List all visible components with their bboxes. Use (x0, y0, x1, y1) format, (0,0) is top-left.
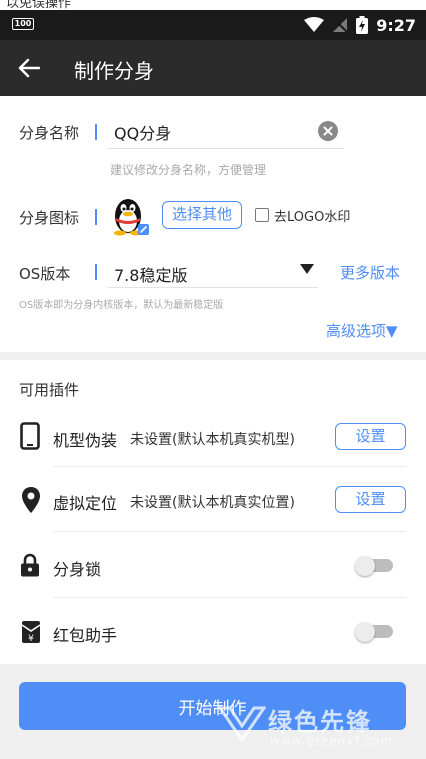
battery-charging-icon (356, 16, 369, 34)
clear-name-button[interactable] (318, 121, 338, 141)
plugin-name: 分身锁 (53, 560, 102, 579)
clone-icon-label: 分身图标 (19, 209, 80, 227)
toggle-thumb (355, 622, 375, 642)
plugin-name: 红包助手 (53, 626, 118, 645)
os-select-underline (108, 287, 318, 288)
page-title: 制作分身 (74, 59, 154, 83)
watermark-logo-icon (218, 706, 266, 742)
row-divider (53, 531, 406, 532)
qq-penguin-icon[interactable] (110, 194, 150, 236)
watermark-url: www.greenxf.com (270, 734, 393, 748)
plugin-name: 机型伪装 (53, 431, 118, 450)
plugin-status: 未设置(默认本机真实位置) (130, 495, 295, 511)
remove-logo-label: 去LOGO水印 (274, 210, 351, 225)
clone-name-label: 分身名称 (19, 124, 80, 142)
wifi-icon (304, 17, 325, 32)
svg-text:¥: ¥ (28, 634, 34, 644)
toggle-thumb (355, 556, 375, 576)
virtual-location-settings-button[interactable]: 设置 (335, 486, 406, 513)
device-spoof-settings-button[interactable]: 设置 (335, 423, 406, 450)
site-watermark: 绿色先锋 www.greenxf.com (218, 702, 418, 756)
label-separator (95, 209, 97, 225)
label-separator (95, 124, 97, 140)
status-time: 9:27 (376, 15, 416, 35)
os-version-hint: OS版本即为分身内核版本，默认为最新稳定版 (19, 300, 224, 311)
watermark-text: 绿色先锋 (268, 708, 372, 736)
os-version-select[interactable]: 7.8稳定版 (114, 262, 187, 286)
more-versions-link[interactable]: 更多版本 (340, 262, 400, 283)
location-pin-icon (20, 486, 42, 514)
plugin-name: 虚拟定位 (53, 494, 118, 513)
row-divider (53, 597, 406, 598)
app-bar: 制作分身 (0, 40, 426, 96)
phone-icon (19, 422, 41, 450)
arrow-back-icon (18, 58, 40, 78)
plugins-section-title: 可用插件 (19, 381, 80, 399)
row-divider (53, 466, 406, 467)
close-icon (323, 126, 333, 136)
clone-name-input[interactable]: QQ分身 (114, 120, 171, 144)
section-divider (0, 352, 426, 360)
top-cropped-text: 以免误操作 (0, 0, 426, 10)
cropped-caption: 以免误操作 (6, 0, 72, 10)
dropdown-arrow-icon[interactable] (300, 264, 314, 274)
status-icons: 9:27 (304, 14, 416, 36)
clone-lock-toggle[interactable] (355, 556, 393, 576)
lock-icon (19, 552, 41, 578)
advanced-options-toggle[interactable]: 高级选项▼ (326, 320, 398, 341)
name-input-underline (108, 148, 344, 149)
os-version-label: OS版本 (19, 265, 71, 283)
no-signal-icon (333, 18, 348, 33)
choose-other-icon-button[interactable]: 选择其他 (162, 201, 242, 229)
remove-logo-checkbox[interactable] (255, 208, 269, 222)
status-bar: 100 9:27 (0, 10, 426, 40)
label-separator (95, 264, 97, 280)
make-clone-screen: 以免误操作 100 9:27 制作分身 分身名称 QQ分身 建议修改分身名称，方… (0, 0, 426, 759)
plugin-status: 未设置(默认本机真实机型) (130, 432, 295, 448)
red-envelope-icon: ¥ (20, 619, 42, 645)
red-envelope-toggle[interactable] (355, 622, 393, 642)
battery-level-indicator: 100 (12, 18, 34, 30)
clone-name-hint: 建议修改分身名称，方便管理 (110, 163, 267, 177)
back-button[interactable] (14, 54, 44, 82)
